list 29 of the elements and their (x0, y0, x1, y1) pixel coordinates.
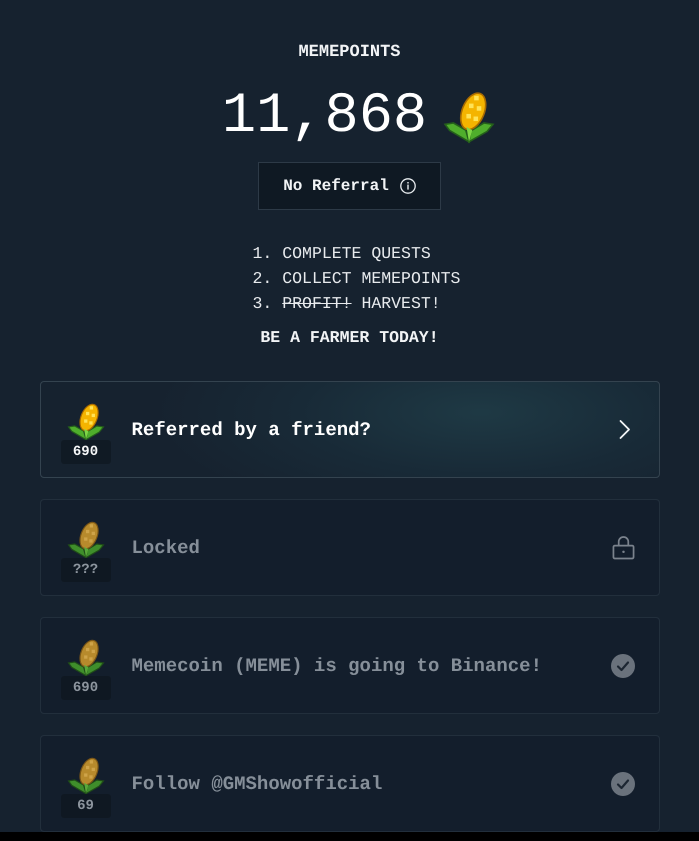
quest-title: Memecoin (MEME) is going to Binance! (132, 654, 543, 676)
corn-icon (66, 756, 106, 796)
reward-badge: 690 (60, 676, 110, 700)
reward-badge: ??? (60, 558, 110, 582)
quest-card[interactable]: 69 Follow @GMShowofficial (40, 735, 660, 832)
step-text: 2. COLLECT MEMEPOINTS (252, 268, 460, 290)
check-icon (610, 654, 634, 678)
quest-card[interactable]: 690 Memecoin (MEME) is going to Binance! (40, 617, 660, 714)
quest-title: Follow @GMShowofficial (132, 772, 384, 794)
step-text: 1. COMPLETE QUESTS (252, 243, 431, 265)
info-icon (400, 178, 416, 194)
check-icon (610, 772, 634, 796)
reward-badge: 69 (60, 794, 110, 818)
step-text: 3. PROFIT! HARVEST! (252, 293, 441, 315)
quest-card[interactable]: 690 Referred by a friend? (40, 381, 660, 478)
quest-title: Locked (132, 536, 201, 558)
chevron-icon (618, 419, 630, 440)
corn-icon (66, 638, 106, 678)
quest-title: Referred by a friend? (132, 418, 372, 440)
corn-icon (66, 402, 106, 442)
corn-icon (66, 520, 106, 560)
referral-button[interactable]: No Referral (258, 162, 441, 210)
tagline-text: BE A FARMER TODAY! (260, 328, 439, 348)
reward-badge: 690 (60, 440, 110, 464)
quest-card[interactable]: ??? Locked (40, 499, 660, 596)
lock-icon (612, 535, 634, 560)
corn-icon (443, 90, 496, 144)
memepoints-title: MEMEPOINTS (298, 43, 401, 63)
points-value: 11,868 (222, 87, 428, 147)
